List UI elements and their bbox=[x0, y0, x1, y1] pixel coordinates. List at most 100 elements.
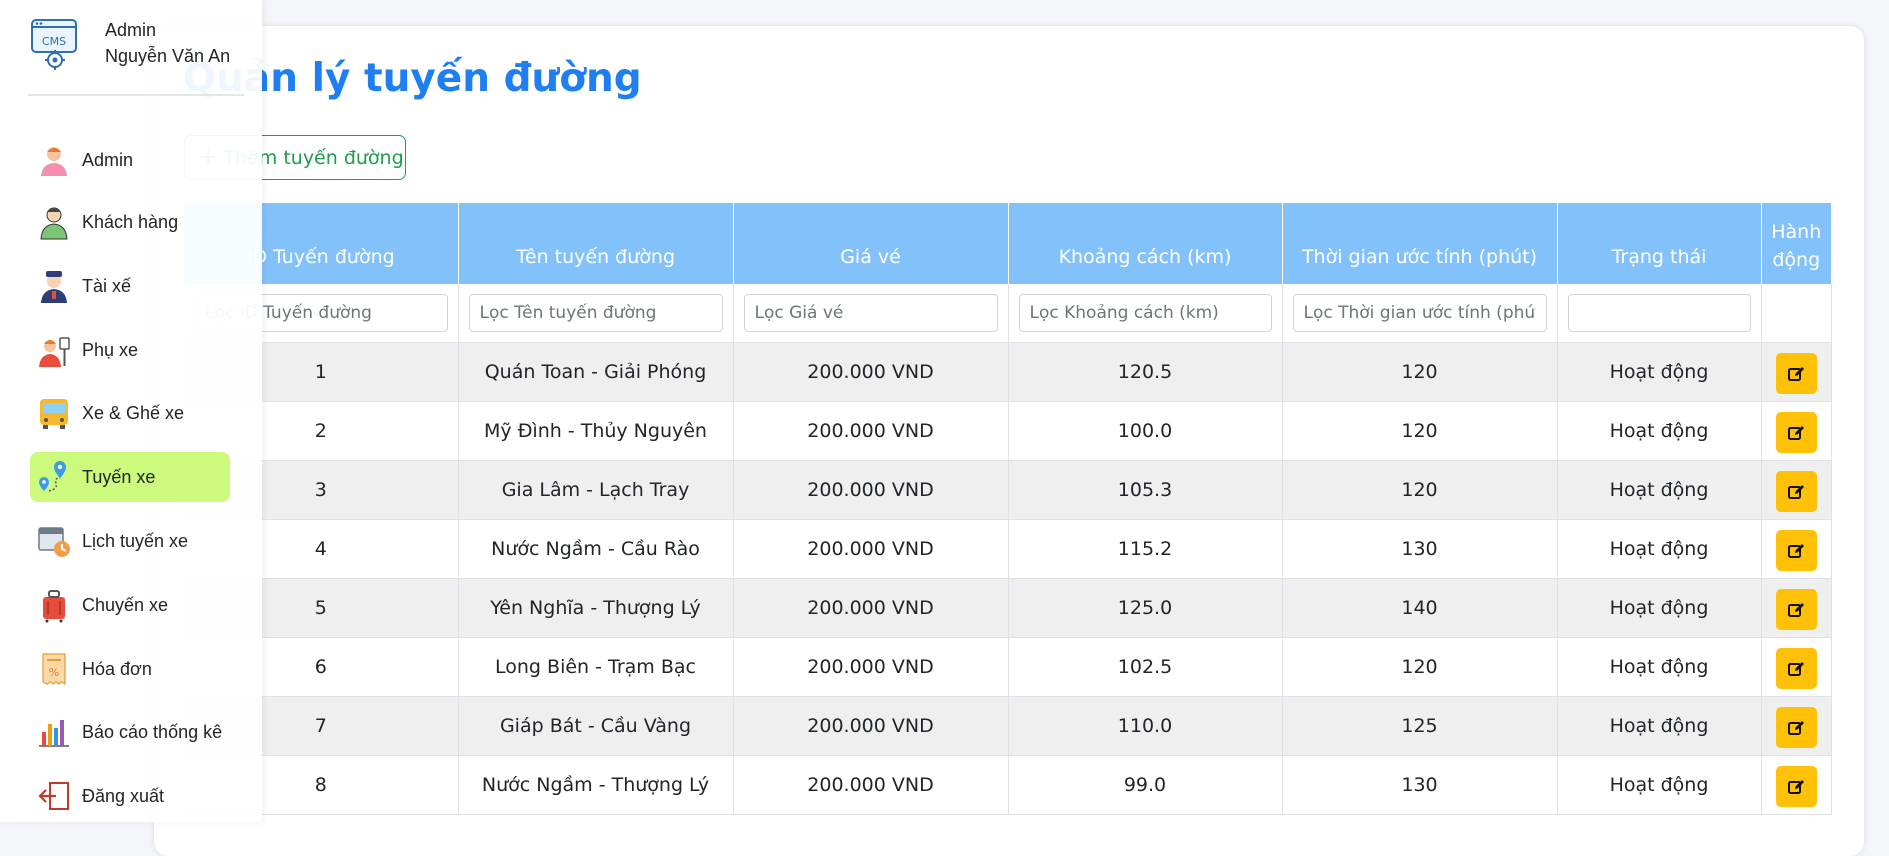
edit-button[interactable] bbox=[1775, 471, 1817, 512]
cell-name: Long Biên - Trạm Bạc bbox=[458, 637, 734, 697]
sidebar-item-routes[interactable]: Tuyến xe bbox=[30, 452, 230, 502]
sidebar-item-assistants[interactable]: Phụ xe bbox=[30, 325, 230, 375]
cell-name: Nước Ngầm - Cầu Rào bbox=[458, 519, 734, 579]
cell-status: Hoạt động bbox=[1557, 637, 1762, 697]
filter-cell-distance bbox=[1008, 284, 1283, 343]
filter-status-input[interactable] bbox=[1567, 293, 1751, 332]
cell-status: Hoạt động bbox=[1557, 578, 1762, 638]
edit-button[interactable] bbox=[1775, 353, 1817, 394]
edit-icon bbox=[1788, 484, 1804, 499]
edit-button[interactable] bbox=[1775, 530, 1817, 571]
col-header-name[interactable]: Tên tuyến đường bbox=[458, 203, 734, 284]
edit-icon bbox=[1788, 425, 1804, 440]
calendar-clock-icon bbox=[38, 527, 70, 557]
cell-distance: 105.3 bbox=[1008, 460, 1283, 520]
luggage-icon bbox=[43, 590, 65, 623]
cell-distance: 102.5 bbox=[1008, 637, 1283, 697]
cms-logo-text: CMS bbox=[42, 35, 66, 48]
driver-icon bbox=[41, 271, 67, 303]
sidebar-item-reports[interactable]: Báo cáo thống kê bbox=[30, 707, 230, 757]
filter-time-input[interactable] bbox=[1292, 293, 1547, 332]
profile-role: Admin bbox=[105, 20, 157, 40]
filter-row bbox=[184, 284, 1832, 343]
filter-cell-name bbox=[458, 284, 734, 343]
cell-price: 200.000 VND bbox=[733, 460, 1009, 520]
sidebar-item-drivers[interactable]: Tài xế bbox=[30, 261, 230, 311]
sidebar-item-label: Phụ xe bbox=[82, 339, 139, 360]
table-row: 3 Gia Lâm - Lạch Tray 200.000 VND 105.3 120 H… bbox=[184, 460, 1832, 520]
col-header-distance[interactable]: Khoảng cách (km) bbox=[1008, 203, 1283, 284]
profile-name: Nguyễn Văn An bbox=[105, 46, 231, 66]
table-row: 4 Nước Ngầm - Cầu Rào 200.000 VND 115.2 130 H… bbox=[184, 519, 1832, 579]
edit-icon bbox=[1788, 779, 1804, 794]
sidebar-item-customers[interactable]: Khách hàng bbox=[30, 197, 230, 247]
sidebar-item-label: Xe & Ghế xe bbox=[82, 402, 185, 423]
col-header-actions-label: Hành động bbox=[1771, 221, 1822, 271]
sidebar-item-schedules[interactable]: Lịch tuyến xe bbox=[30, 516, 230, 566]
edit-button[interactable] bbox=[1775, 589, 1817, 630]
cell-price: 200.000 VND bbox=[733, 755, 1009, 815]
logout-icon bbox=[38, 782, 69, 810]
edit-icon bbox=[1788, 602, 1804, 617]
cell-price: 200.000 VND bbox=[733, 578, 1009, 638]
cell-price: 200.000 VND bbox=[733, 519, 1009, 579]
table-row: 6 Long Biên - Trạm Bạc 200.000 VND 102.5 120… bbox=[184, 637, 1832, 697]
edit-button[interactable] bbox=[1775, 707, 1817, 748]
assistant-icon bbox=[39, 337, 70, 367]
cell-actions bbox=[1761, 342, 1832, 402]
cell-actions bbox=[1761, 578, 1832, 638]
table-body: 1 Quán Toan - Giải Phóng 200.000 VND 120.5 1… bbox=[184, 342, 1832, 815]
sidebar-item-admin[interactable]: Admin bbox=[30, 135, 230, 185]
filter-name-input[interactable] bbox=[468, 293, 723, 332]
cell-name: Nước Ngầm - Thượng Lý bbox=[458, 755, 734, 815]
cell-actions bbox=[1761, 755, 1832, 815]
sidebar-item-label: Admin bbox=[82, 149, 134, 170]
cell-time: 140 bbox=[1282, 578, 1558, 638]
filter-price-input[interactable] bbox=[743, 293, 998, 332]
edit-icon bbox=[1788, 543, 1804, 558]
admin-user-icon bbox=[41, 147, 67, 176]
sidebar-item-label: Chuyến xe bbox=[82, 594, 169, 615]
sidebar-item-trips[interactable]: Chuyến xe bbox=[30, 580, 230, 630]
table-row: 5 Yên Nghĩa - Thượng Lý 200.000 VND 125.0 14… bbox=[184, 578, 1832, 638]
sidebar-item-buses[interactable]: Xe & Ghế xe bbox=[30, 388, 230, 438]
cell-distance: 120.5 bbox=[1008, 342, 1283, 402]
cell-status: Hoạt động bbox=[1557, 696, 1762, 756]
cell-name: Quán Toan - Giải Phóng bbox=[458, 342, 734, 402]
sidebar: CMS Admin Nguyễn Văn An Admin Khách hàng… bbox=[0, 0, 262, 822]
cell-status: Hoạt động bbox=[1557, 460, 1762, 520]
cell-name: Yên Nghĩa - Thượng Lý bbox=[458, 578, 734, 638]
cell-distance: 115.2 bbox=[1008, 519, 1283, 579]
sidebar-item-invoices[interactable]: % Hóa đơn bbox=[30, 644, 230, 694]
sidebar-item-logout[interactable]: Đăng xuất bbox=[30, 771, 230, 821]
cell-status: Hoạt động bbox=[1557, 401, 1762, 461]
cell-name: Mỹ Đình - Thủy Nguyên bbox=[458, 401, 734, 461]
route-map-icon bbox=[39, 461, 66, 492]
routes-table: ID Tuyến đường Tên tuyến đường Giá vé Kh… bbox=[184, 203, 1832, 815]
edit-icon bbox=[1788, 661, 1804, 676]
cell-time: 130 bbox=[1282, 519, 1558, 579]
edit-button[interactable] bbox=[1775, 766, 1817, 807]
cell-time: 120 bbox=[1282, 637, 1558, 697]
cell-actions bbox=[1761, 696, 1832, 756]
filter-distance-input[interactable] bbox=[1018, 293, 1272, 332]
cell-distance: 99.0 bbox=[1008, 755, 1283, 815]
bus-icon bbox=[40, 399, 68, 429]
col-header-price[interactable]: Giá vé bbox=[733, 203, 1009, 284]
cell-time: 120 bbox=[1282, 460, 1558, 520]
cell-price: 200.000 VND bbox=[733, 401, 1009, 461]
bar-chart-icon bbox=[39, 720, 69, 747]
sidebar-item-label: Báo cáo thống kê bbox=[82, 721, 223, 742]
table-row: 2 Mỹ Đình - Thủy Nguyên 200.000 VND 100.0 12… bbox=[184, 401, 1832, 461]
table-header-row: ID Tuyến đường Tên tuyến đường Giá vé Kh… bbox=[184, 203, 1831, 284]
edit-button[interactable] bbox=[1775, 412, 1817, 453]
edit-button[interactable] bbox=[1775, 648, 1817, 689]
customer-icon bbox=[40, 207, 68, 240]
col-header-time[interactable]: Thời gian ước tính (phút) bbox=[1282, 203, 1558, 284]
cell-price: 200.000 VND bbox=[733, 696, 1009, 756]
cell-price: 200.000 VND bbox=[733, 637, 1009, 697]
col-header-status[interactable]: Trạng thái bbox=[1557, 203, 1762, 284]
sidebar-item-label: Hóa đơn bbox=[82, 658, 152, 679]
cell-time: 120 bbox=[1282, 401, 1558, 461]
cell-distance: 100.0 bbox=[1008, 401, 1283, 461]
